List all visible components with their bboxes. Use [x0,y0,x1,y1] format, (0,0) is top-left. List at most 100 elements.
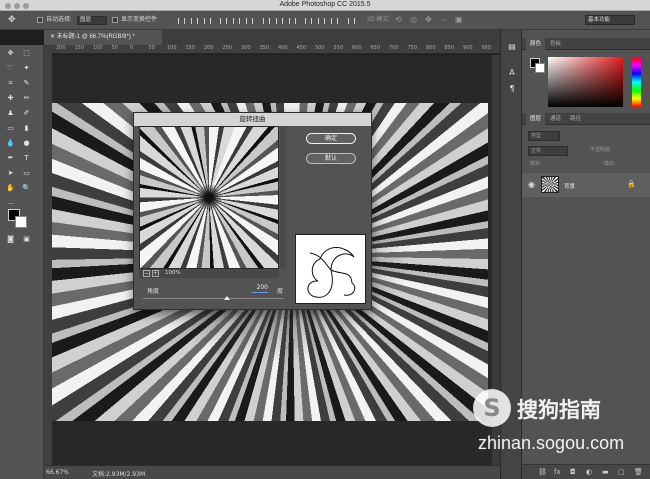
layer-lock-icon[interactable]: 🔒 [627,180,636,188]
eyedropper-tool-icon[interactable]: ✎ [22,79,31,88]
quick-mask-icon[interactable]: ◙ [6,235,15,244]
screen-mode-icon[interactable]: ▣ [22,235,31,244]
adjustment-layer-icon[interactable]: ◐ [586,468,592,476]
new-layer-icon[interactable]: ▢ [618,468,625,476]
zoom-in-button[interactable]: + [152,270,159,277]
reset-button[interactable]: 默认 [306,153,356,164]
move-icon[interactable]: ✥ [8,14,16,25]
healing-tool-icon[interactable]: ✚ [6,94,15,103]
distribute-right-icon[interactable] [331,18,338,24]
3d-scale-icon[interactable]: ▣ [455,14,463,25]
marquee-tool-icon[interactable]: ⬚ [22,49,31,58]
ok-button[interactable]: 确定 [306,133,356,144]
crop-tool-icon[interactable]: ⌗ [6,79,15,88]
stamp-tool-icon[interactable]: ♟ [6,109,15,118]
angle-unit: 度 [277,288,284,295]
ruler-tick: 50 [148,45,155,51]
character-panel-icon[interactable]: A [507,68,517,78]
tab-color[interactable]: 颜色 [526,38,546,50]
history-panel-icon[interactable]: ▤ [507,42,517,52]
preview-scrollbar[interactable] [280,126,286,269]
tab-swatches[interactable]: 色板 [546,38,565,50]
preview-zoom-bar [139,269,279,278]
zoom-out-button[interactable]: − [143,270,150,277]
3d-slide-icon[interactable]: ⇔ [440,14,448,25]
lasso-tool-icon[interactable]: ➰ [6,64,15,73]
blend-mode-dropdown[interactable]: 正常 [528,146,568,156]
layer-visibility-eye-icon[interactable]: ◉ [528,180,535,189]
status-zoom[interactable]: 66.67% [46,469,69,476]
close-tab-icon[interactable]: ✕ [50,34,57,40]
twirl-shape-icon [307,247,356,298]
layer-kind-filter[interactable]: 类型 [528,131,560,141]
auto-select-checkbox[interactable] [37,17,43,23]
paragraph-panel-icon[interactable]: ¶ [507,84,517,94]
align-middle-icon[interactable] [191,18,198,24]
window-titlebar: Adobe Photoshop CC 2015.5 [0,0,650,11]
tab-layers[interactable]: 图层 [526,113,546,125]
blur-tool-icon[interactable]: 💧 [6,139,15,148]
angle-input[interactable]: 200 [252,284,268,293]
distribute-bottom-icon[interactable] [289,18,296,24]
history-brush-icon[interactable]: ✐ [22,109,31,118]
auto-align-icon[interactable] [348,18,355,24]
hue-slider[interactable] [632,57,641,107]
path-select-icon[interactable]: ➤ [6,169,15,178]
auto-select-dropdown[interactable]: 图层 [77,16,107,25]
ruler-tick: 850 [444,45,455,51]
tab-channels[interactable]: 通道 [546,113,565,125]
angle-slider-thumb[interactable] [224,296,230,300]
delete-layer-icon[interactable]: 🗑 [634,468,643,476]
eraser-tool-icon[interactable]: ▭ [6,124,15,133]
3d-pan-icon[interactable]: ✥ [425,14,432,25]
layers-panel-footer: ⛓ fx ◘ ◐ ▬ ▢ 🗑 [522,464,650,479]
distribute-top-icon[interactable] [263,18,270,24]
panel-background-swatch[interactable] [535,63,545,73]
type-tool-icon[interactable]: T [22,154,31,163]
align-center-icon[interactable] [233,18,240,24]
ruler-tick: 250 [222,45,233,51]
angle-slider-track[interactable] [143,298,284,299]
layer-name[interactable]: 背景 [564,182,575,190]
document-tab-label: 未标题-1 @ 66.7%(RGB/8*) * [56,34,135,40]
workspace-dropdown[interactable]: 基本功能 [585,15,635,25]
align-left-icon[interactable] [220,18,227,24]
add-mask-icon[interactable]: ◘ [570,468,576,476]
shape-tool-icon[interactable]: ▭ [22,169,31,178]
filter-preview[interactable] [139,126,279,269]
show-transform-label: 显示变换控件 [121,17,158,23]
3d-mode-label: 3D 模式: [367,17,391,23]
move-tool-icon[interactable]: ✥ [6,49,15,58]
ruler-tick: 300 [241,45,251,51]
document-tab[interactable]: ✕ 未标题-1 @ 66.7%(RGB/8*) * [44,30,162,45]
background-color-swatch[interactable] [15,216,27,228]
color-picker-field[interactable] [548,57,623,107]
dodge-tool-icon[interactable]: ● [22,139,31,148]
link-layers-icon[interactable]: ⛓ [538,468,547,476]
ruler-tick: 900 [463,45,473,51]
ruler-tick: 600 [352,45,362,51]
distribute-left-icon[interactable] [305,18,312,24]
3d-roll-icon[interactable]: ◎ [410,14,417,25]
zoom-tool-icon[interactable]: 🔍 [22,184,31,193]
more-tools-icon[interactable]: … [6,198,15,207]
hand-tool-icon[interactable]: ✋ [6,184,15,193]
ruler-tick: 150 [185,45,196,51]
magic-wand-tool-icon[interactable]: ✦ [22,64,31,73]
distribute-center-icon[interactable] [318,18,325,24]
align-bottom-icon[interactable] [204,18,211,24]
pen-tool-icon[interactable]: ✒ [6,154,15,163]
new-group-icon[interactable]: ▬ [602,468,609,476]
fx-icon[interactable]: fx [554,468,561,476]
align-top-icon[interactable] [178,18,185,24]
gradient-tool-icon[interactable]: ▮ [22,124,31,133]
show-transform-checkbox[interactable] [112,17,118,23]
angle-label: 角度 [147,288,160,295]
tab-paths[interactable]: 路径 [566,113,585,125]
ruler-vertical [44,45,52,465]
brush-tool-icon[interactable]: ✏ [22,94,31,103]
align-right-icon[interactable] [246,18,253,24]
preview-zoom-value: 100% [165,270,181,276]
distribute-middle-icon[interactable] [276,18,283,24]
3d-rotate-icon[interactable]: ⟲ [395,14,402,25]
